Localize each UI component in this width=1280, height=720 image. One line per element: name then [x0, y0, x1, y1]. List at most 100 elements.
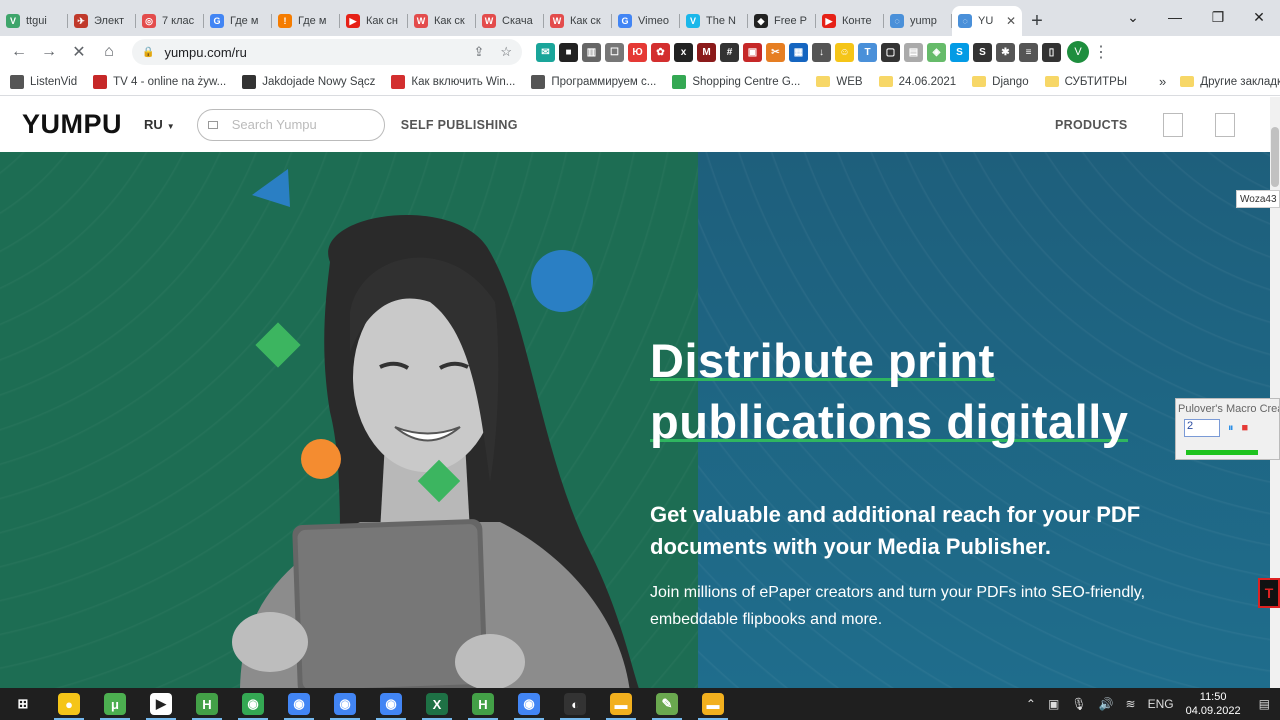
language-selector[interactable]: RU ▼ — [144, 117, 175, 132]
volume-icon[interactable]: 🔊 — [1099, 697, 1114, 711]
extension-icon[interactable]: S — [950, 42, 969, 62]
extension-icon[interactable]: ▢ — [881, 42, 900, 62]
extension-icon[interactable]: ☐ — [605, 42, 624, 62]
taskbar-chrome-1-icon[interactable]: ◉ — [230, 688, 276, 720]
taskbar-file-explorer-icon[interactable]: ▬ — [598, 688, 644, 720]
browser-tab[interactable]: W Как ск — [408, 6, 476, 36]
extension-icon[interactable]: ✱ — [996, 42, 1015, 62]
bookmark-folder[interactable]: WEB — [816, 76, 863, 88]
taskbar-file-explorer-2-icon[interactable]: ▬ — [690, 688, 736, 720]
close-window-button[interactable]: ✕ — [1238, 0, 1280, 34]
share-icon[interactable]: ⇪ — [473, 44, 484, 60]
input-language[interactable]: ENG — [1148, 697, 1174, 711]
browser-tab[interactable]: ◆ Free P — [748, 6, 816, 36]
tab-search-icon[interactable]: ⌄ — [1112, 0, 1154, 34]
header-icon-placeholder[interactable] — [1163, 113, 1183, 137]
browser-tab[interactable]: W Как ск — [544, 6, 612, 36]
bookmark-folder[interactable]: 24.06.2021 — [878, 76, 956, 88]
extension-icon[interactable]: ▯ — [1042, 42, 1061, 62]
extension-icon[interactable]: ≡ — [1019, 42, 1038, 62]
macro-repeat-input[interactable]: 2 — [1184, 419, 1220, 437]
browser-tab[interactable]: ◎ 7 клас — [136, 6, 204, 36]
minimize-button[interactable]: — — [1154, 0, 1196, 34]
stop-icon[interactable]: ■ — [1242, 422, 1249, 434]
extension-icon[interactable]: ☺ — [835, 42, 854, 62]
taskbar-chrome-3-icon[interactable]: ◉ — [322, 688, 368, 720]
restore-button[interactable]: ❐ — [1197, 0, 1239, 34]
pause-icon[interactable]: ⏸ — [1228, 422, 1234, 435]
other-bookmarks-folder[interactable]: Другие закладки — [1180, 76, 1280, 88]
extension-icon[interactable]: Ю — [628, 42, 647, 62]
bookmark-item[interactable]: TV 4 - online na żyw... — [93, 74, 226, 89]
browser-tab[interactable]: W Скача — [476, 6, 544, 36]
browser-tab[interactable]: G Где м — [204, 6, 272, 36]
bookmark-item[interactable]: Как включить Win... — [391, 74, 515, 89]
lock-icon[interactable]: 🔒 — [142, 47, 154, 58]
extension-icon[interactable]: ✿ — [651, 42, 670, 62]
taskbar-h-app-icon[interactable]: H — [184, 688, 230, 720]
back-button[interactable]: ← — [4, 37, 34, 67]
taskbar-start-icon[interactable]: ⊞ — [0, 688, 46, 720]
taskbar-app-yellow-icon[interactable]: ● — [46, 688, 92, 720]
system-clock[interactable]: 11:50 04.09.2022 — [1186, 690, 1241, 718]
microphone-icon[interactable]: 🎙 — [1071, 697, 1086, 711]
tray-device-icon[interactable]: ▣ — [1048, 697, 1059, 711]
macro-creator-widget[interactable]: Pulover's Macro Crea 2 ⏸ ■ — [1175, 398, 1280, 460]
stop-loading-button[interactable]: ✕ — [64, 37, 94, 67]
taskbar-chrome-5-icon[interactable]: ◉ — [506, 688, 552, 720]
recording-indicator-icon[interactable]: T — [1258, 578, 1280, 608]
taskbar-chrome-4-icon[interactable]: ◉ — [368, 688, 414, 720]
taskbar-notepad-icon[interactable]: ✎ — [644, 688, 690, 720]
taskbar-h-app-2-icon[interactable]: H — [460, 688, 506, 720]
extension-icon[interactable]: ▦ — [789, 42, 808, 62]
tab-close-icon[interactable]: ✕ — [1006, 14, 1016, 28]
extension-icon[interactable]: ✂ — [766, 42, 785, 62]
products-link[interactable]: PRODUCTS — [1055, 118, 1128, 132]
new-tab-button[interactable]: + — [1022, 6, 1052, 36]
bookmark-folder[interactable]: Django — [972, 76, 1029, 88]
bookmarks-overflow-button[interactable]: » — [1159, 74, 1166, 89]
address-bar[interactable]: 🔒 yumpu.com/ru ⇪ ☆ — [132, 39, 522, 65]
extension-icon[interactable]: ▤ — [904, 42, 923, 62]
profile-avatar[interactable]: V — [1067, 41, 1089, 63]
bookmark-item[interactable]: ListenVid — [10, 74, 77, 89]
extension-icon[interactable]: x — [674, 42, 693, 62]
notifications-icon[interactable]: ▤ — [1259, 697, 1270, 711]
bookmark-folder[interactable]: СУБТИТРЫ — [1044, 76, 1127, 88]
browser-tab[interactable]: ! Где м — [272, 6, 340, 36]
browser-tab[interactable]: V The N — [680, 6, 748, 36]
extension-icon[interactable]: S — [973, 42, 992, 62]
extension-icon[interactable]: ▥ — [582, 42, 601, 62]
scrollbar-thumb[interactable] — [1271, 127, 1279, 187]
taskbar-chrome-2-icon[interactable]: ◉ — [276, 688, 322, 720]
browser-tab[interactable]: Vttgui — [0, 6, 68, 36]
extension-icon[interactable]: M — [697, 42, 716, 62]
header-icon-placeholder[interactable] — [1215, 113, 1235, 137]
self-publishing-link[interactable]: SELF PUBLISHING — [401, 118, 518, 132]
tray-overflow-icon[interactable]: ⌃ — [1026, 697, 1036, 711]
taskbar-utorrent-icon[interactable]: μ — [92, 688, 138, 720]
home-button[interactable]: ⌂ — [94, 37, 124, 67]
extension-icon[interactable]: # — [720, 42, 739, 62]
extension-icon[interactable]: ▣ — [743, 42, 762, 62]
bookmark-star-icon[interactable]: ☆ — [500, 44, 512, 60]
extension-icon[interactable]: ✉ — [536, 42, 555, 62]
browser-tab[interactable]: ◌ YU ✕ — [952, 6, 1022, 36]
forward-button[interactable]: → — [34, 37, 64, 67]
browser-menu-icon[interactable]: ⋮ — [1089, 40, 1113, 64]
browser-tab[interactable]: ▶ Как сн — [340, 6, 408, 36]
taskbar-excel-icon[interactable]: X — [414, 688, 460, 720]
extension-icon[interactable]: ↓ — [812, 42, 831, 62]
extension-icon[interactable]: ■ — [559, 42, 578, 62]
browser-tab[interactable]: ✈ Элект — [68, 6, 136, 36]
browser-tab[interactable]: G Vimeo — [612, 6, 680, 36]
taskbar-media-player-icon[interactable]: ▶ — [138, 688, 184, 720]
bookmark-item[interactable]: Программируем с... — [531, 74, 656, 89]
browser-tab[interactable]: ▶ Конте — [816, 6, 884, 36]
site-search-input[interactable]: Search Yumpu — [196, 108, 385, 141]
wifi-icon[interactable]: ≋ — [1126, 697, 1136, 711]
extension-icon[interactable]: T — [858, 42, 877, 62]
extension-icon[interactable]: ◈ — [927, 42, 946, 62]
yumpu-logo[interactable]: YUMPU — [22, 109, 122, 140]
bookmark-item[interactable]: Jakdojade Nowy Sącz — [242, 74, 375, 89]
